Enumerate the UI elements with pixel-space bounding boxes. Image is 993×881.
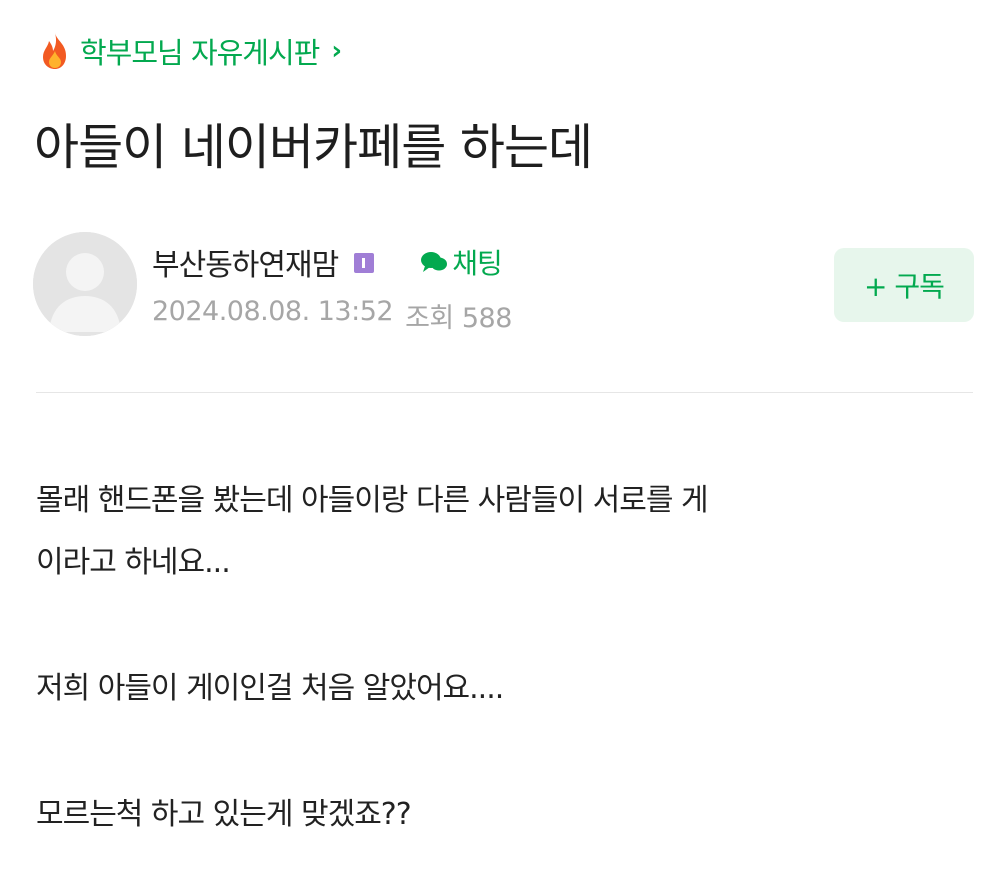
chat-bubble-icon [421, 252, 448, 272]
body-paragraph-2: 저희 아들이 게이인걸 처음 알았어요.... [36, 658, 976, 720]
post-title: 아들이 네이버카페를 하는데 [34, 119, 593, 176]
body-line-1: 몰래 핸드폰을 봤는데 아들이랑 다른 사람들이 서로를 게 [36, 483, 709, 518]
post-body: 몰래 핸드폰을 봤는데 아들이랑 다른 사람들이 서로를 게 이라고 하네요..… [36, 470, 976, 846]
default-avatar-icon [33, 232, 137, 336]
board-breadcrumb[interactable]: 학부모님 자유게시판 › [36, 30, 342, 72]
avatar[interactable] [33, 232, 137, 336]
divider [36, 392, 973, 393]
subscribe-button[interactable]: + 구독 [834, 248, 974, 322]
author-name[interactable]: 부산동하연재맘 [152, 240, 339, 284]
chevron-right-icon: › [331, 36, 343, 66]
post-date: 2024.08.08. 13:52 [152, 296, 394, 327]
view-count: 조회 588 [405, 303, 512, 334]
board-name: 학부모님 자유게시판 [80, 36, 320, 70]
body-paragraph-1: 몰래 핸드폰을 봤는데 아들이랑 다른 사람들이 서로를 게 이라고 하네요..… [36, 470, 976, 594]
author-row: 부산동하연재맘 채팅 [152, 240, 503, 284]
level-1-badge-icon [354, 253, 375, 273]
body-line-2: 이라고 하네요... [36, 545, 231, 580]
body-line-4: 모르는척 하고 있는게 맞겠죠?? [36, 797, 412, 832]
body-line-3: 저희 아들이 게이인걸 처음 알았어요.... [36, 671, 504, 706]
chat-button[interactable]: 채팅 [420, 242, 503, 282]
fire-icon [43, 33, 66, 69]
post-meta: 2024.08.08. 13:52 조회 588 [152, 296, 512, 335]
chat-label: 채팅 [452, 247, 503, 280]
body-paragraph-3: 모르는척 하고 있는게 맞겠죠?? [36, 784, 976, 846]
